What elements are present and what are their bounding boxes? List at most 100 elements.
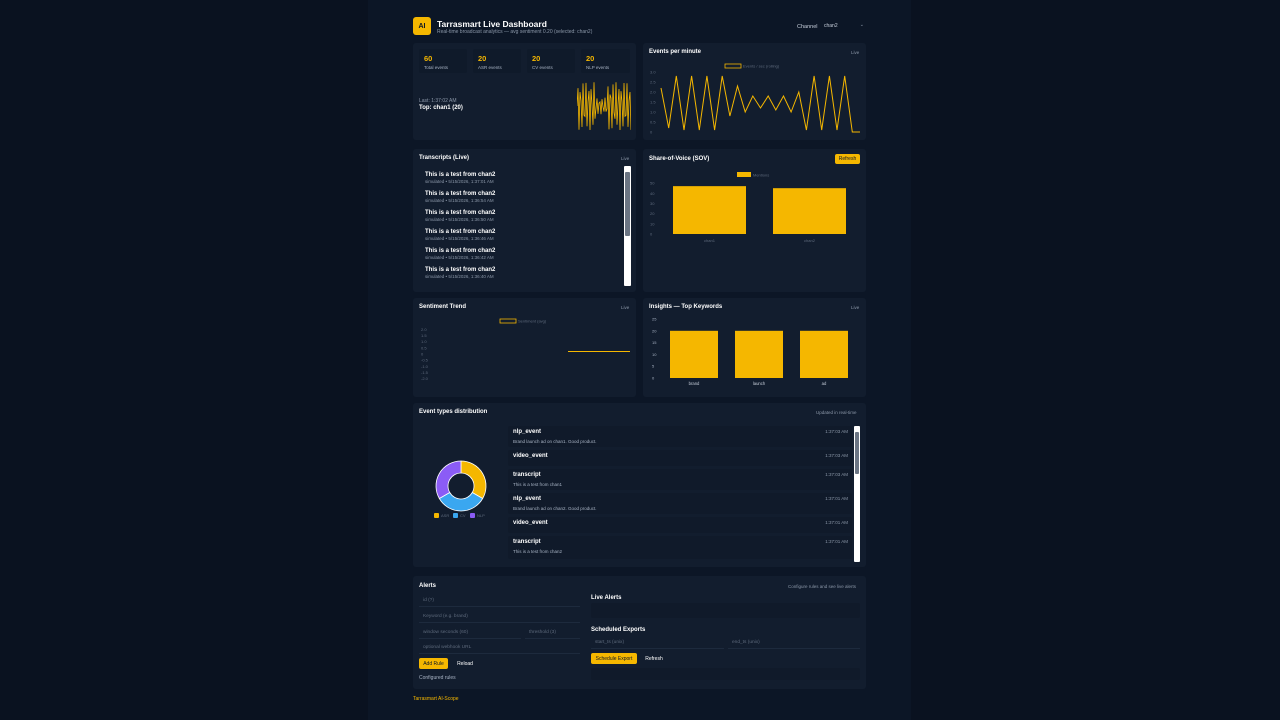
top-channel: Top: chan1 (20) xyxy=(419,105,463,111)
y-tick-label: 25 xyxy=(652,317,657,322)
y-tick-label: 30 xyxy=(650,201,655,206)
legend-swatch xyxy=(737,172,751,177)
threshold-input[interactable]: threshold (3) xyxy=(525,626,580,639)
legend-swatch-nlp xyxy=(470,513,475,518)
x-tick-label: brand xyxy=(689,381,700,386)
transcripts-list[interactable]: This is a test from chan2 simulated • 5/… xyxy=(419,166,631,286)
x-tick-label: ad xyxy=(822,381,827,386)
y-tick-label: 10 xyxy=(650,221,655,226)
bar xyxy=(735,330,783,378)
x-tick-label: chan1 xyxy=(704,238,716,243)
y-tick-label: 0 xyxy=(421,352,424,357)
donut-slice-nlp xyxy=(435,460,462,500)
y-tick-label: -1.0 xyxy=(421,364,429,369)
y-tick-label: 3.0 xyxy=(650,70,656,75)
exports-list xyxy=(591,668,860,680)
bar xyxy=(800,330,848,378)
channel-select-value: chan2 xyxy=(824,23,838,29)
bar xyxy=(670,330,718,378)
legend-swatch-asr xyxy=(434,513,439,518)
event-type: transcript xyxy=(513,472,541,478)
y-tick-label: 1.0 xyxy=(421,339,427,344)
transcript-meta: simulated • 5/15/2026, 1:36:54 AM xyxy=(425,198,494,203)
end-ts-input[interactable]: end_ts (unix) xyxy=(728,636,860,649)
stat-value: 60 xyxy=(424,54,433,63)
window-seconds-input[interactable]: window seconds (60) xyxy=(419,626,521,639)
event-row: nlp_event 1:37:03 AM Brand launch ad on … xyxy=(508,426,852,447)
transcript-item: This is a test from chan2 simulated • 5/… xyxy=(425,229,495,241)
stat-label: Total events xyxy=(424,65,449,70)
event-row: transcript 1:37:03 AM This is a test fro… xyxy=(508,469,852,490)
last-updated: Last: 1:37:02 AM xyxy=(419,98,457,104)
transcript-meta: simulated • 5/15/2026, 1:36:42 AM xyxy=(425,255,494,260)
events-scroll-thumb[interactable] xyxy=(855,432,859,474)
reload-button[interactable]: Reload xyxy=(453,658,477,669)
live-alerts-list xyxy=(591,603,860,618)
schedule-export-button[interactable]: Schedule Export xyxy=(591,653,637,664)
y-tick-label: -2.0 xyxy=(421,376,429,381)
transcripts-scroll-thumb[interactable] xyxy=(625,172,630,236)
live-badge: Live xyxy=(621,156,630,161)
transcript-meta: simulated • 5/15/2026, 1:36:50 AM xyxy=(425,217,494,222)
event-type: nlp_event xyxy=(513,429,542,435)
y-tick-label: 40 xyxy=(650,191,655,196)
page-subtitle: Real-time broadcast analytics — avg sent… xyxy=(437,29,593,35)
channel-select[interactable]: chan2 ⌄ xyxy=(820,21,866,32)
event-time: 1:37:01 AM xyxy=(825,539,848,544)
event-row: video_event 1:37:01 AM xyxy=(508,517,852,533)
live-badge: Live xyxy=(621,305,630,310)
webhook-input[interactable]: optional webhook URL xyxy=(419,641,580,654)
legend-swatch-cv xyxy=(453,513,458,518)
y-tick-label: 50 xyxy=(650,181,655,186)
event-types-donut-chart xyxy=(435,460,487,512)
transcript-text: This is a test from chan2 xyxy=(425,248,496,254)
y-tick-label: 20 xyxy=(650,211,655,216)
rule-id-input[interactable]: id (?) xyxy=(419,594,580,607)
scheduled-exports-title: Scheduled Exports xyxy=(591,627,646,633)
y-tick-label: 2.5 xyxy=(650,80,656,85)
card-title: Transcripts (Live) xyxy=(419,155,470,161)
live-badge: Live xyxy=(851,305,860,310)
stat-asr-events: 20 ASR events xyxy=(473,49,521,73)
legend-swatch xyxy=(499,318,517,324)
event-text: Brand launch ad on chan2. Good product. xyxy=(513,506,597,511)
y-tick-label: 2.0 xyxy=(421,327,427,332)
y-tick-label: -1.5 xyxy=(421,370,429,375)
keyword-input[interactable]: Keyword (e.g. brand) xyxy=(419,610,580,623)
x-tick-label: chan2 xyxy=(804,238,816,243)
event-row: video_event 1:37:03 AM xyxy=(508,450,852,466)
event-time: 1:37:03 AM xyxy=(825,429,848,434)
stat-label: CV events xyxy=(532,65,553,70)
transcript-meta: simulated • 5/15/2026, 1:36:46 AM xyxy=(425,236,494,241)
event-time: 1:37:03 AM xyxy=(825,453,848,458)
start-ts-input[interactable]: start_ts (unix) xyxy=(591,636,724,649)
donut-slice-cv xyxy=(438,491,484,512)
event-time: 1:37:01 AM xyxy=(825,520,848,525)
x-tick-label: launch xyxy=(753,381,766,386)
logo-icon: AI xyxy=(413,17,431,35)
stat-cv-events: 20 CV events xyxy=(527,49,575,73)
realtime-badge: Updated in real-time xyxy=(816,410,857,415)
y-tick-label: 15 xyxy=(652,340,657,345)
event-type: nlp_event xyxy=(513,496,542,502)
transcript-item: This is a test from chan2 simulated • 5/… xyxy=(425,210,495,222)
transcript-item: This is a test from chan2 simulated • 5/… xyxy=(425,191,495,203)
event-type: video_event xyxy=(513,453,548,459)
event-text: Brand launch ad on chan1. Good product. xyxy=(513,439,597,444)
sov-refresh-button[interactable]: Refresh xyxy=(835,154,860,164)
page-title: Tarrasmart Live Dashboard xyxy=(437,19,547,29)
card-title: Insights — Top Keywords xyxy=(649,304,723,310)
add-rule-button[interactable]: Add Rule xyxy=(419,658,448,669)
y-tick-label: 20 xyxy=(652,328,657,333)
y-tick-label: 10 xyxy=(652,352,657,357)
legend-label-asr: ASR xyxy=(441,513,450,518)
y-tick-label: 0.5 xyxy=(421,345,427,350)
exports-refresh-button[interactable]: Refresh xyxy=(642,653,666,664)
alerts-hint: Configure rules and see live alerts xyxy=(788,584,857,589)
y-tick-label: 5 xyxy=(652,364,655,369)
transcript-text: This is a test from chan2 xyxy=(425,267,496,273)
transcript-text: This is a test from chan2 xyxy=(425,210,496,216)
transcript-text: This is a test from chan2 xyxy=(425,172,496,178)
y-tick-label: 0 xyxy=(650,232,653,237)
event-row: nlp_event 1:37:01 AM Brand launch ad on … xyxy=(508,493,852,514)
